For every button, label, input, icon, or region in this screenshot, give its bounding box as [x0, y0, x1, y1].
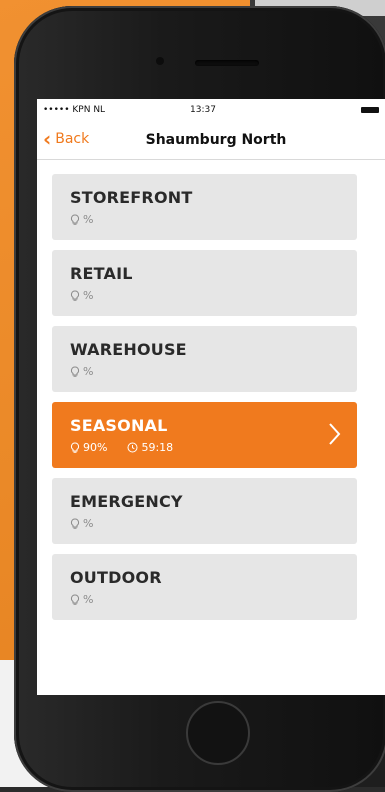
home-button[interactable] [186, 701, 250, 765]
zone-meta: % [70, 213, 357, 226]
zone-name: EMERGENCY [70, 492, 183, 511]
zone-meta: 90% 59:18 [70, 441, 357, 454]
zone-item-seasonal[interactable]: SEASONAL 90% 59:18 [52, 402, 357, 468]
status-bar: ••••• KPN NL 13:37 [37, 99, 385, 121]
zone-name: OUTDOOR [70, 568, 162, 587]
zone-name: STOREFRONT [70, 188, 193, 207]
page-title: Shaumburg North [145, 132, 287, 148]
lightbulb-icon [70, 289, 80, 301]
zone-name: SEASONAL [70, 416, 168, 435]
zone-level: % [83, 593, 94, 606]
earpiece-speaker [195, 60, 259, 66]
zone-level: % [83, 517, 94, 530]
zone-item-outdoor[interactable]: OUTDOOR % [52, 554, 357, 620]
zone-item-retail[interactable]: RETAIL % [52, 250, 357, 316]
zone-meta: % [70, 593, 357, 606]
zone-item-warehouse[interactable]: WAREHOUSE % [52, 326, 357, 392]
phone-screen: ••••• KPN NL 13:37 ‹ Back Shaumburg Nort… [37, 99, 385, 695]
zone-meta: % [70, 289, 357, 302]
lightbulb-icon [70, 593, 80, 605]
lightbulb-icon [70, 213, 80, 225]
front-camera [156, 57, 164, 65]
navigation-bar: ‹ Back Shaumburg North [37, 121, 385, 160]
zone-meta: % [70, 365, 357, 378]
lightbulb-icon [70, 365, 80, 377]
status-time: 13:37 [190, 105, 216, 115]
zone-name: RETAIL [70, 264, 133, 283]
carrier-label: ••••• KPN NL [43, 105, 106, 115]
zone-meta: % [70, 517, 357, 530]
zone-level: % [83, 289, 94, 302]
zone-list: STOREFRONT % RETAIL % WAREHOUSE % SEASON… [52, 174, 357, 630]
chevron-right-icon [329, 423, 341, 445]
zone-name: WAREHOUSE [70, 340, 187, 359]
timer-icon [127, 442, 138, 453]
zone-level: % [83, 213, 94, 226]
zone-level: 90% [83, 441, 108, 454]
zone-level: % [83, 365, 94, 378]
lightbulb-icon [70, 441, 80, 453]
lightbulb-icon [70, 517, 80, 529]
zone-timer: 59:18 [141, 441, 174, 454]
zone-item-storefront[interactable]: STOREFRONT % [52, 174, 357, 240]
zone-item-emergency[interactable]: EMERGENCY % [52, 478, 357, 544]
battery-icon [361, 107, 379, 113]
